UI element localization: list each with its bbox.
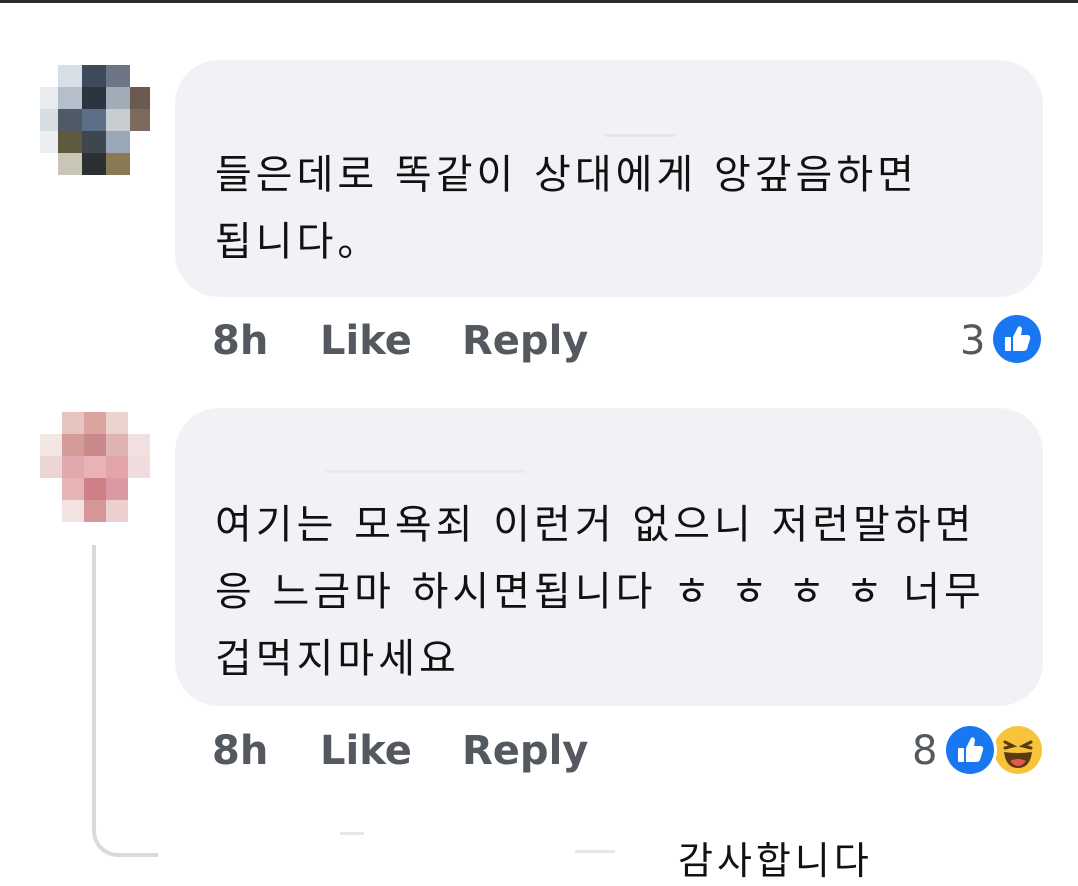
like-button[interactable]: Like: [320, 728, 412, 774]
smudge: [605, 134, 675, 137]
top-divider: [0, 0, 1078, 3]
smudge: [575, 850, 615, 853]
like-button[interactable]: Like: [320, 318, 412, 364]
reply-button[interactable]: Reply: [462, 318, 588, 364]
comment-actions: 8h Like Reply: [212, 728, 712, 788]
smudge: [340, 832, 364, 835]
comment-bubble[interactable]: 들은데로 똑같이 상대에게 앙갚음하면 됩니다。: [175, 60, 1043, 297]
comment-text: 여기는 모욕죄 이런거 없으니 저런말하면 응 느금마 하시면됩니다 ㅎ ㅎ ㅎ…: [215, 502, 1002, 682]
reply-text: 감사합니다: [678, 839, 873, 883]
smudge: [325, 470, 525, 473]
reaction-count[interactable]: 8: [912, 728, 937, 774]
like-icon: [993, 315, 1041, 363]
comment-timestamp: 8h: [212, 318, 269, 364]
avatar[interactable]: [40, 65, 150, 175]
reply-thread-line: [92, 545, 158, 857]
comment-text: 들은데로 똑같이 상대에게 앙갚음하면 됩니다。: [215, 152, 935, 265]
like-icon: [946, 726, 994, 774]
comment-timestamp: 8h: [212, 728, 269, 774]
reply-button[interactable]: Reply: [462, 728, 588, 774]
haha-icon: [994, 726, 1042, 774]
comment-bubble[interactable]: 여기는 모욕죄 이런거 없으니 저런말하면 응 느금마 하시면됩니다 ㅎ ㅎ ㅎ…: [175, 408, 1043, 706]
comment-actions: 8h Like Reply: [212, 318, 712, 378]
avatar[interactable]: [40, 412, 150, 522]
reaction-count[interactable]: 3: [960, 318, 985, 364]
